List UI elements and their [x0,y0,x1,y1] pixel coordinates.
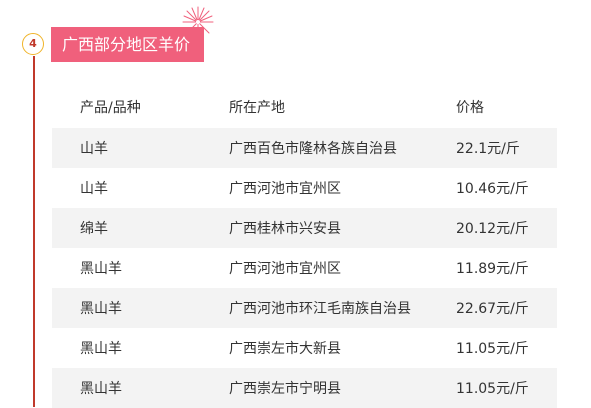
table-row: 山羊 广西百色市隆林各族自治县 22.1元/斤 [52,128,557,168]
header-product: 产品/品种 [80,100,141,116]
table-row: 黑山羊 广西崇左市宁明县 11.05元/斤 [52,368,557,408]
cell-product: 黑山羊 [80,261,122,277]
cell-price: 11.89元/斤 [456,261,529,277]
cell-product: 黑山羊 [52,288,228,328]
table-row: 黑山羊 广西崇左市大新县 11.05元/斤 [52,328,557,368]
firework-icon [182,6,214,38]
cell-origin: 广西崇左市宁明县 [228,368,455,408]
price-table: 产品/品种 所在产地 价格 山羊 广西百色市隆林各族自治县 22.1元/斤 山羊… [52,86,557,408]
cell-price: 11.05元/斤 [456,341,529,357]
cell-product: 山羊 [80,181,108,197]
cell-origin: 广西河池市宜州区 [229,181,341,197]
cell-price: 20.12元/斤 [455,208,557,248]
table-header-row: 产品/品种 所在产地 价格 [52,86,557,128]
cell-price: 22.67元/斤 [455,288,557,328]
table-row: 绵羊 广西桂林市兴安县 20.12元/斤 [52,208,557,248]
cell-product: 绵羊 [52,208,228,248]
cell-origin: 广西百色市隆林各族自治县 [228,128,455,168]
table-row: 黑山羊 广西河池市宜州区 11.89元/斤 [52,248,557,288]
cell-origin: 广西河池市宜州区 [229,261,341,277]
step-number-badge: 4 [22,33,44,55]
cell-product: 山羊 [52,128,228,168]
cell-origin: 广西崇左市大新县 [229,341,341,357]
cell-price: 11.05元/斤 [455,368,557,408]
cell-price: 10.46元/斤 [456,181,529,197]
cell-origin: 广西河池市环江毛南族自治县 [228,288,455,328]
cell-origin: 广西桂林市兴安县 [228,208,455,248]
timeline-line [33,56,35,407]
header-price: 价格 [456,100,484,116]
table-row: 山羊 广西河池市宜州区 10.46元/斤 [52,168,557,208]
header-origin: 所在产地 [229,100,285,116]
cell-product: 黑山羊 [80,341,122,357]
cell-product: 黑山羊 [52,368,228,408]
cell-price: 22.1元/斤 [455,128,557,168]
table-row: 黑山羊 广西河池市环江毛南族自治县 22.67元/斤 [52,288,557,328]
